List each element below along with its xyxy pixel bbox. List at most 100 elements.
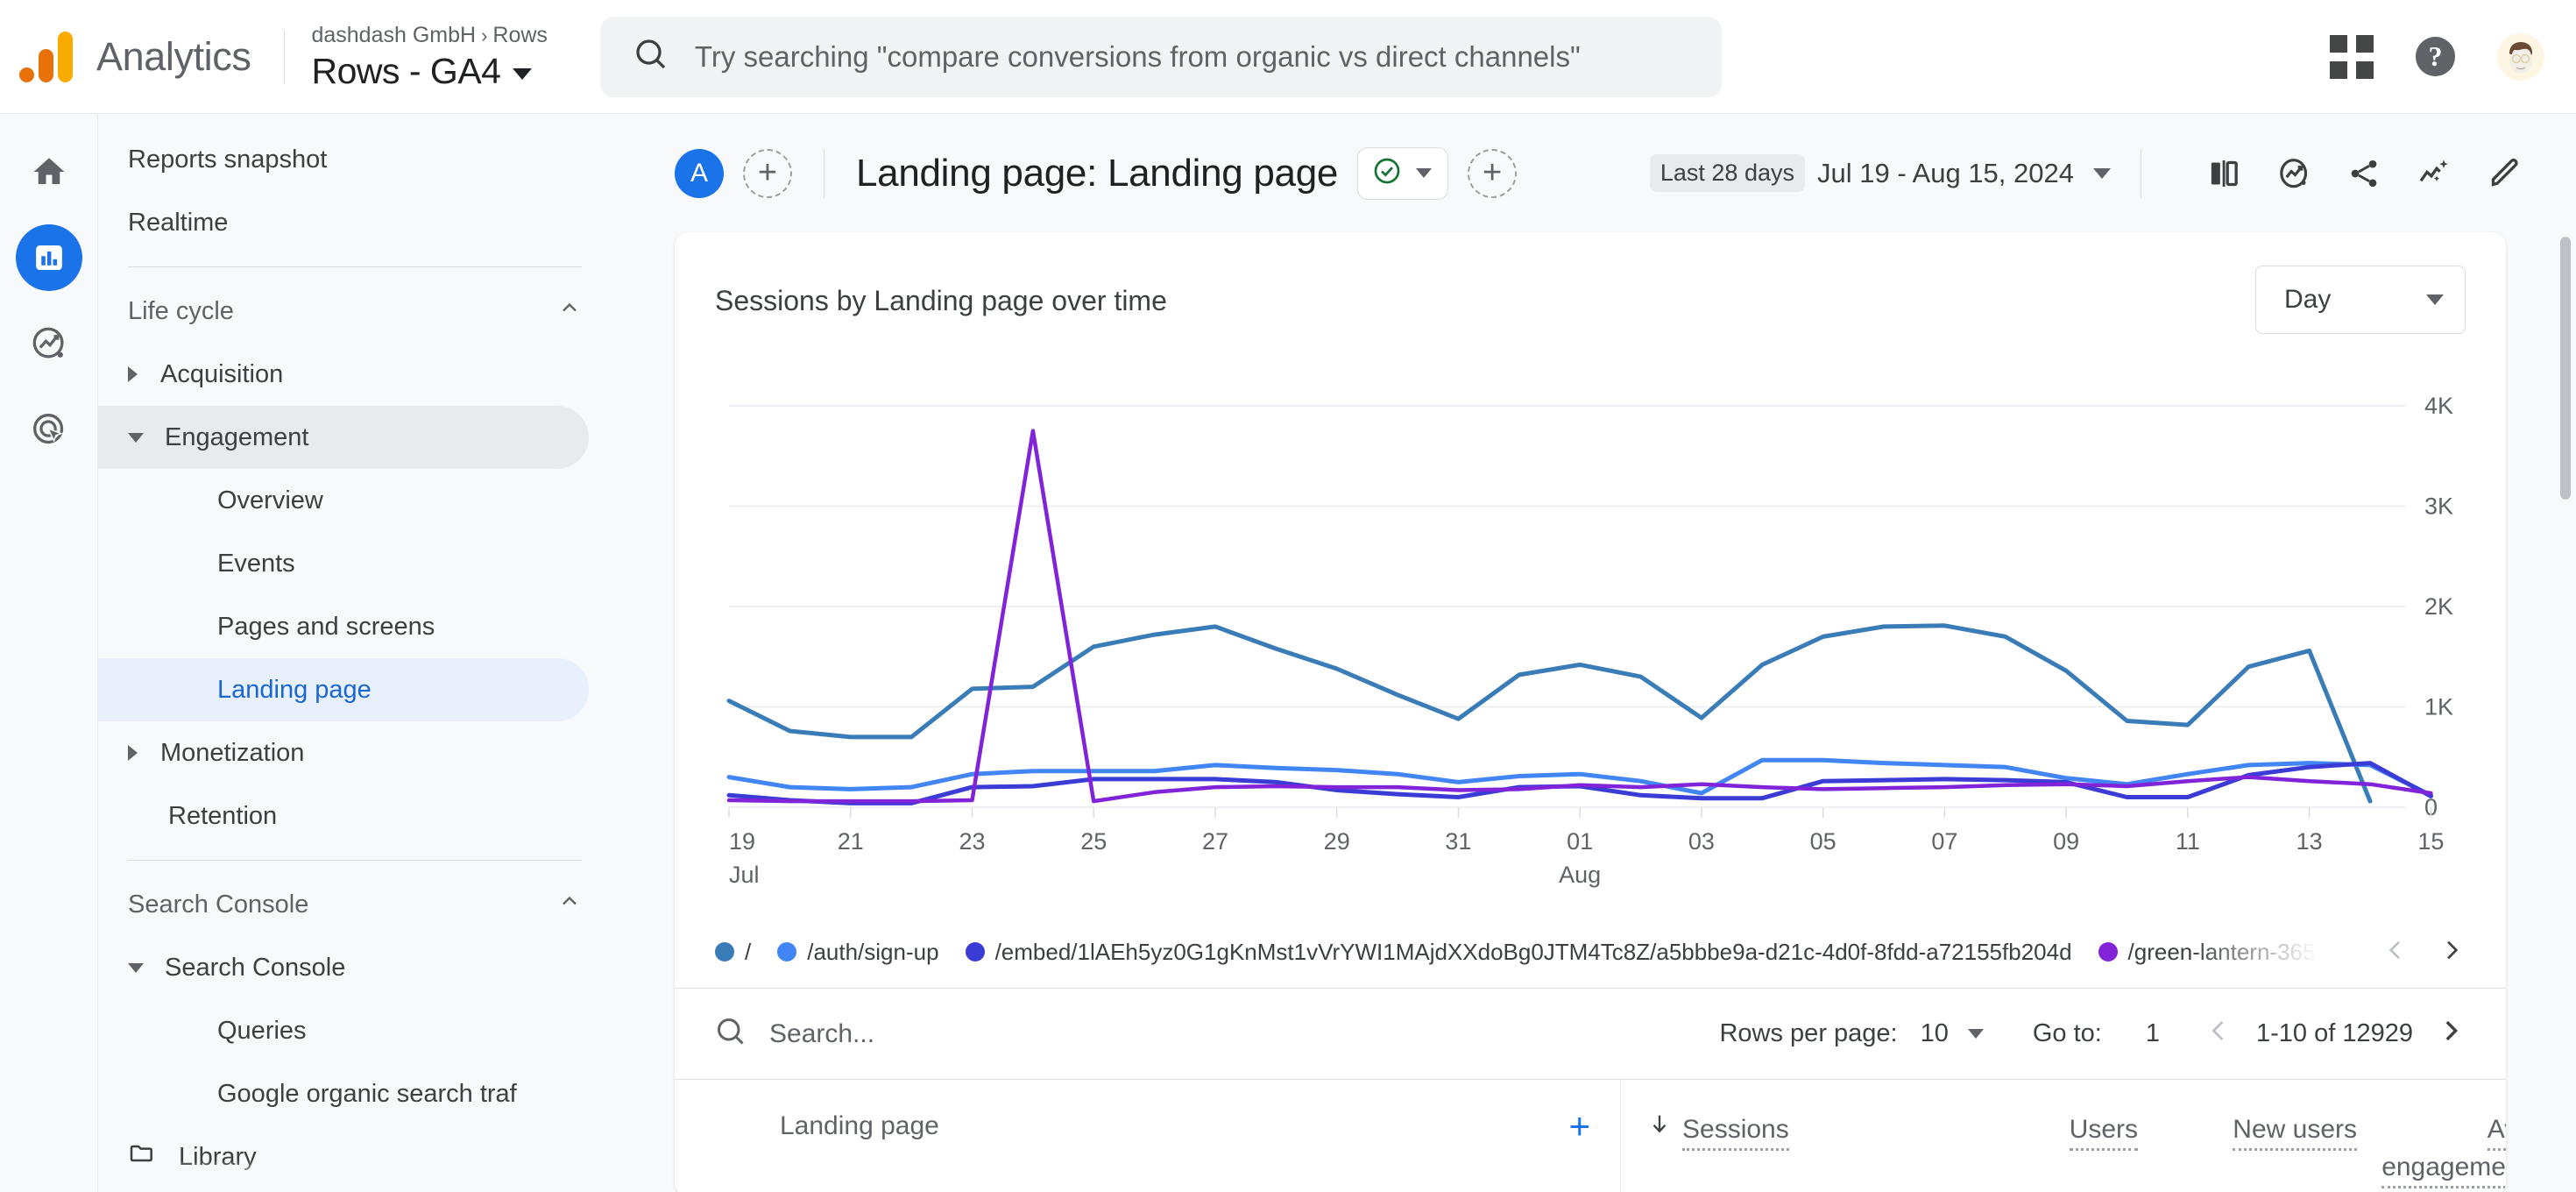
insights-icon[interactable]	[2276, 156, 2311, 191]
add-comparison-button[interactable]: +	[743, 148, 792, 198]
breadcrumb-property[interactable]: Rows	[492, 23, 548, 47]
chevron-down-icon[interactable]	[128, 962, 144, 973]
main-scrollbar[interactable]	[2558, 237, 2572, 1192]
sidebar-item-label: Search Console	[165, 953, 346, 982]
sidebar-item-landing-page[interactable]: Landing page	[98, 658, 589, 721]
sidebar-item-events[interactable]: Events	[98, 532, 589, 595]
brand-name: Analytics	[96, 33, 251, 79]
chevron-right-icon[interactable]	[128, 366, 138, 382]
x-axis-tick-month: Jul	[729, 862, 760, 888]
column-header-label: Sessions	[1682, 1115, 1789, 1151]
sidebar-item-label: Google organic search traf	[217, 1079, 517, 1108]
global-search-bar[interactable]	[599, 16, 1722, 97]
help-icon[interactable]: ?	[2416, 37, 2455, 76]
table-search-input[interactable]	[769, 1018, 1295, 1049]
sidebar-item-retention[interactable]: Retention	[98, 784, 589, 848]
sidebar-item-overview[interactable]: Overview	[98, 469, 589, 532]
breadcrumb-account[interactable]: dashdash GmbH	[311, 23, 476, 47]
y-axis-tick: 4K	[2424, 393, 2453, 419]
property-selector[interactable]: dashdash GmbH › Rows Rows - GA4	[311, 21, 547, 92]
y-axis-tick: 2K	[2424, 593, 2453, 620]
sidebar-item-google-organic-search-traffic[interactable]: Google organic search traf	[98, 1062, 589, 1125]
sidebar-item-monetization[interactable]: Monetization	[98, 721, 589, 784]
chevron-up-icon[interactable]	[557, 889, 582, 920]
x-axis-tick-day: 05	[1810, 828, 1836, 855]
column-header-users[interactable]: Users	[1910, 1080, 2138, 1192]
legend-item[interactable]: /	[715, 939, 751, 966]
sidebar-item-engagement[interactable]: Engagement	[98, 406, 589, 469]
rail-item-advertising[interactable]	[16, 396, 82, 463]
apps-grid-icon[interactable]	[2330, 34, 2374, 79]
granularity-select[interactable]: Day	[2255, 266, 2466, 334]
x-axis-tick-month: Aug	[1559, 862, 1601, 888]
audience-chip[interactable]: A	[675, 148, 724, 198]
x-axis-tick-day: 13	[2296, 828, 2323, 855]
column-header-label: Users	[2069, 1115, 2138, 1151]
add-filter-button[interactable]: +	[1468, 148, 1518, 198]
rows-per-page-label: Rows per page:	[1719, 1019, 1898, 1047]
sort-descending-icon[interactable]	[1647, 1111, 1672, 1143]
goto-input[interactable]: 1	[2146, 1019, 2160, 1048]
breadcrumb: dashdash GmbH › Rows	[311, 21, 547, 51]
column-header-average-engagement-time[interactable]: Average engagement time	[2357, 1080, 2506, 1192]
legend-prev-button[interactable]	[2381, 936, 2410, 968]
sidebar-section-life-cycle[interactable]: Life cycle	[98, 280, 624, 343]
chevron-down-icon[interactable]	[513, 67, 533, 80]
sidebar-section-search-console[interactable]: Search Console	[98, 873, 624, 936]
x-axis-tick-day: 21	[838, 828, 864, 855]
add-dimension-button[interactable]: +	[1568, 1108, 1590, 1144]
data-validity-chip[interactable]	[1357, 146, 1449, 200]
share-icon[interactable]	[2346, 156, 2381, 191]
secondary-navigation: Reports snapshot Realtime Life cycle Acq…	[98, 114, 624, 1192]
chart-title: Sessions by Landing page over time	[715, 285, 1167, 316]
scrollbar-thumb[interactable]	[2560, 237, 2571, 500]
rows-per-page-value: 10	[1920, 1019, 1949, 1047]
property-name: Rows - GA4	[311, 50, 501, 91]
divider	[284, 29, 286, 84]
rail-item-home[interactable]	[16, 138, 82, 205]
table-header-row: Landing page + Sessions Users New users …	[675, 1079, 2506, 1192]
x-axis-tick-day: 15	[2417, 828, 2444, 855]
search-input[interactable]	[694, 39, 1688, 74]
column-header-sessions[interactable]: Sessions	[1621, 1080, 1910, 1192]
google-analytics-logo-icon[interactable]	[19, 31, 77, 82]
report-header-actions: Last 28 days Jul 19 - Aug 15, 2024	[1649, 148, 2522, 198]
table-search[interactable]	[715, 1016, 1719, 1052]
chevron-down-icon[interactable]	[1416, 168, 1433, 178]
prev-page-button[interactable]	[2204, 1016, 2233, 1053]
ai-insights-icon[interactable]	[2417, 156, 2452, 191]
sidebar-item-queries[interactable]: Queries	[98, 999, 589, 1062]
next-page-button[interactable]	[2436, 1016, 2466, 1053]
legend-color-swatch	[965, 942, 985, 961]
divider	[128, 266, 582, 267]
daterange-value[interactable]: Jul 19 - Aug 15, 2024	[1817, 158, 2074, 189]
column-header-landing-page[interactable]: Landing page +	[675, 1080, 1621, 1192]
avatar[interactable]	[2497, 32, 2544, 81]
edit-icon[interactable]	[2487, 156, 2522, 191]
sidebar-item-library[interactable]: Library	[98, 1125, 589, 1188]
sidebar-item-pages-and-screens[interactable]: Pages and screens	[98, 595, 589, 658]
sidebar-item-realtime[interactable]: Realtime	[98, 191, 589, 254]
page-range-label: 1-10 of 12929	[2256, 1019, 2413, 1047]
rail-item-explore[interactable]	[16, 310, 82, 377]
chevron-right-icon[interactable]	[128, 745, 138, 761]
sidebar-item-acquisition[interactable]: Acquisition	[98, 343, 589, 406]
sidebar-item-reports-snapshot[interactable]: Reports snapshot	[98, 128, 589, 191]
legend-item[interactable]: /green-lantern-365c93dd/my-spreadsheet	[2098, 939, 2318, 966]
legend-label: /green-lantern-365c93dd/my-spreadsheet	[2127, 938, 2318, 965]
sidebar-item-search-console-group[interactable]: Search Console	[98, 936, 589, 999]
granularity-value: Day	[2284, 285, 2332, 314]
column-header-new-users[interactable]: New users	[2138, 1080, 2357, 1192]
legend-next-button[interactable]	[2438, 936, 2466, 968]
legend-color-swatch	[2098, 942, 2118, 961]
sidebar-item-label: Engagement	[165, 422, 309, 451]
rail-item-reports[interactable]	[15, 224, 82, 291]
legend-item[interactable]: /embed/1lAEh5yz0G1gKnMst1vVrYWI1MAjdXXdo…	[965, 939, 2072, 966]
legend-item[interactable]: /auth/sign-up	[777, 939, 939, 966]
chevron-down-icon[interactable]	[2093, 167, 2111, 179]
compare-icon[interactable]	[2206, 156, 2241, 191]
rows-per-page-select[interactable]: 10	[1921, 1019, 1984, 1048]
divider	[128, 860, 582, 861]
chevron-up-icon[interactable]	[557, 295, 582, 327]
chevron-down-icon[interactable]	[128, 432, 144, 443]
